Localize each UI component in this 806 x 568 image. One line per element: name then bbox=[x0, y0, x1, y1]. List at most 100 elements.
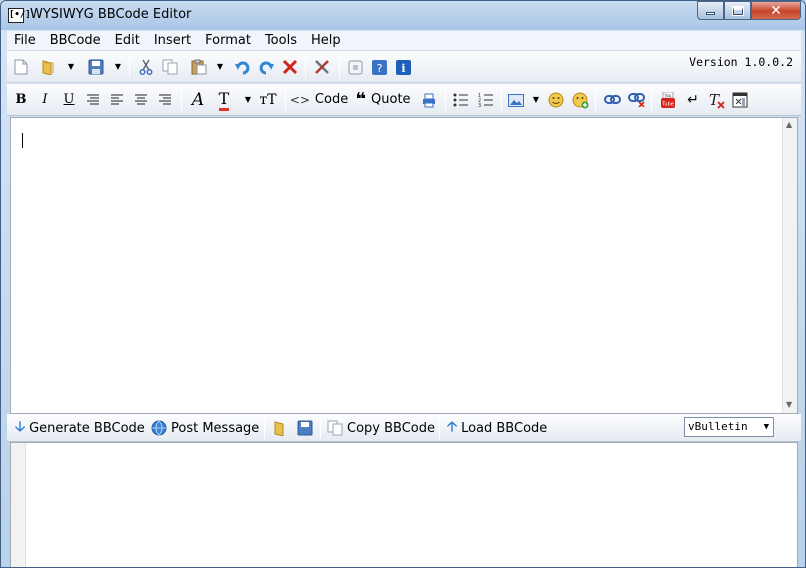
source-view-icon bbox=[732, 92, 748, 108]
tools-button[interactable] bbox=[312, 58, 332, 76]
save-bbcode-file-button[interactable] bbox=[297, 418, 313, 438]
line-break-icon: ↵ bbox=[687, 92, 699, 108]
close-button[interactable]: ✕ bbox=[751, 1, 801, 20]
align-center-button[interactable] bbox=[133, 91, 149, 109]
forum-type-select[interactable]: vBulletin ▼ bbox=[684, 417, 774, 437]
italic-button[interactable]: I bbox=[37, 91, 53, 109]
preview-button[interactable] bbox=[347, 58, 363, 76]
copy-button[interactable] bbox=[162, 58, 178, 76]
clear-format-button[interactable]: T bbox=[707, 91, 725, 109]
app-icon: [•/] bbox=[8, 8, 31, 23]
insert-link-button[interactable] bbox=[603, 91, 621, 109]
svg-text:3: 3 bbox=[478, 103, 481, 107]
bullet-list-icon bbox=[453, 93, 468, 107]
menu-insert[interactable]: Insert bbox=[147, 33, 198, 48]
remove-link-button[interactable] bbox=[627, 91, 645, 109]
scroll-up-arrow-icon[interactable]: ▲ bbox=[786, 120, 792, 129]
about-button[interactable]: i bbox=[395, 58, 411, 76]
save-icon bbox=[88, 59, 104, 75]
separator bbox=[320, 417, 321, 439]
format-toolbar: B I U A T ▼ тT <> Code ❝ Quote 1 2 3 ▼ Y… bbox=[7, 84, 801, 116]
print-button[interactable] bbox=[421, 91, 437, 109]
help-button[interactable]: ? bbox=[371, 58, 387, 76]
align-right-button[interactable] bbox=[157, 91, 173, 109]
text-cursor bbox=[22, 133, 23, 148]
open-bbcode-file-button[interactable] bbox=[272, 418, 288, 438]
code-label: Code bbox=[314, 92, 349, 107]
insert-image-button[interactable] bbox=[507, 91, 525, 109]
smiley-icon bbox=[548, 92, 564, 108]
align-center-icon bbox=[135, 94, 147, 105]
globe-icon bbox=[151, 420, 167, 436]
paste-dropdown[interactable]: ▼ bbox=[215, 58, 225, 76]
svg-text:i: i bbox=[401, 62, 405, 75]
text-color-icon: T bbox=[218, 89, 230, 111]
image-icon bbox=[508, 93, 524, 107]
numbered-list-button[interactable]: 123 bbox=[477, 91, 495, 109]
generate-bbcode-button[interactable]: 🡣 Generate BBCode bbox=[15, 418, 145, 438]
close-icon: ✕ bbox=[770, 2, 782, 19]
redo-button[interactable] bbox=[257, 58, 275, 76]
open-dropdown[interactable]: ▼ bbox=[66, 58, 76, 76]
arrow-up-icon: 🡡 bbox=[447, 419, 458, 435]
menu-tools[interactable]: Tools bbox=[258, 33, 304, 48]
menu-help[interactable]: Help bbox=[304, 33, 348, 48]
copy-bbcode-button[interactable]: Copy BBCode bbox=[327, 418, 435, 438]
generate-bbcode-label: Generate BBCode bbox=[29, 420, 145, 436]
source-view-button[interactable] bbox=[731, 91, 749, 109]
open-button[interactable] bbox=[40, 58, 56, 76]
separator bbox=[439, 417, 440, 439]
smiley-button[interactable] bbox=[547, 91, 565, 109]
load-bbcode-button[interactable]: 🡡 Load BBCode bbox=[447, 418, 547, 438]
delete-button[interactable] bbox=[281, 58, 299, 76]
post-message-button[interactable]: Post Message bbox=[151, 418, 259, 438]
underline-button[interactable]: U bbox=[61, 91, 77, 109]
quote-button[interactable]: ❝ Quote bbox=[353, 91, 413, 109]
undo-button[interactable] bbox=[233, 58, 251, 76]
add-smiley-button[interactable] bbox=[571, 91, 589, 109]
maximize-button[interactable] bbox=[724, 1, 751, 20]
title-bar[interactable]: [•/] WYSIWYG BBCode Editor ✕ bbox=[1, 1, 805, 30]
preview-icon bbox=[348, 60, 362, 74]
separator bbox=[445, 89, 446, 111]
minimize-button[interactable] bbox=[697, 1, 724, 20]
cut-button[interactable] bbox=[138, 58, 154, 76]
text-color-button[interactable]: T bbox=[215, 89, 233, 111]
clear-format-icon: T bbox=[709, 92, 725, 109]
menu-bbcode[interactable]: BBCode bbox=[43, 33, 108, 48]
font-size-button[interactable]: тT bbox=[257, 91, 279, 109]
strikethrough-button[interactable] bbox=[85, 91, 101, 109]
insert-image-dropdown[interactable]: ▼ bbox=[531, 91, 541, 109]
menu-file[interactable]: File bbox=[7, 33, 43, 48]
delete-icon bbox=[282, 59, 298, 75]
paste-icon bbox=[191, 59, 207, 75]
menu-edit[interactable]: Edit bbox=[108, 33, 147, 48]
text-color-dropdown[interactable]: ▼ bbox=[243, 91, 253, 109]
copy-icon bbox=[162, 59, 178, 75]
numbered-list-icon: 123 bbox=[478, 93, 493, 107]
bold-button[interactable]: B bbox=[13, 91, 29, 109]
code-button[interactable]: <> Code bbox=[290, 91, 349, 109]
separator bbox=[501, 89, 502, 111]
font-button[interactable]: A bbox=[189, 91, 207, 109]
separator bbox=[651, 89, 652, 111]
new-document-button[interactable] bbox=[13, 58, 29, 76]
align-left-button[interactable] bbox=[109, 91, 125, 109]
save-button[interactable] bbox=[87, 58, 105, 76]
paste-button[interactable] bbox=[190, 58, 208, 76]
app-window: [•/] WYSIWYG BBCode Editor ✕ File BBCode… bbox=[0, 0, 806, 568]
forum-type-value: vBulletin bbox=[688, 420, 748, 433]
bullet-list-button[interactable] bbox=[452, 91, 470, 109]
menu-format[interactable]: Format bbox=[198, 33, 258, 48]
undo-icon bbox=[234, 61, 249, 75]
separator bbox=[285, 89, 286, 111]
scroll-down-arrow-icon[interactable]: ▼ bbox=[786, 400, 792, 409]
youtube-button[interactable]: You Tube bbox=[659, 91, 677, 109]
wysiwyg-editor[interactable]: ▲ ▼ bbox=[10, 117, 798, 414]
line-break-button[interactable]: ↵ bbox=[685, 91, 701, 109]
window-title: WYSIWYG BBCode Editor bbox=[30, 7, 192, 22]
bbcode-output[interactable] bbox=[10, 442, 798, 567]
save-dropdown[interactable]: ▼ bbox=[113, 58, 123, 76]
editor-scrollbar[interactable]: ▲ ▼ bbox=[782, 118, 797, 413]
chevron-down-icon: ▼ bbox=[763, 422, 769, 432]
